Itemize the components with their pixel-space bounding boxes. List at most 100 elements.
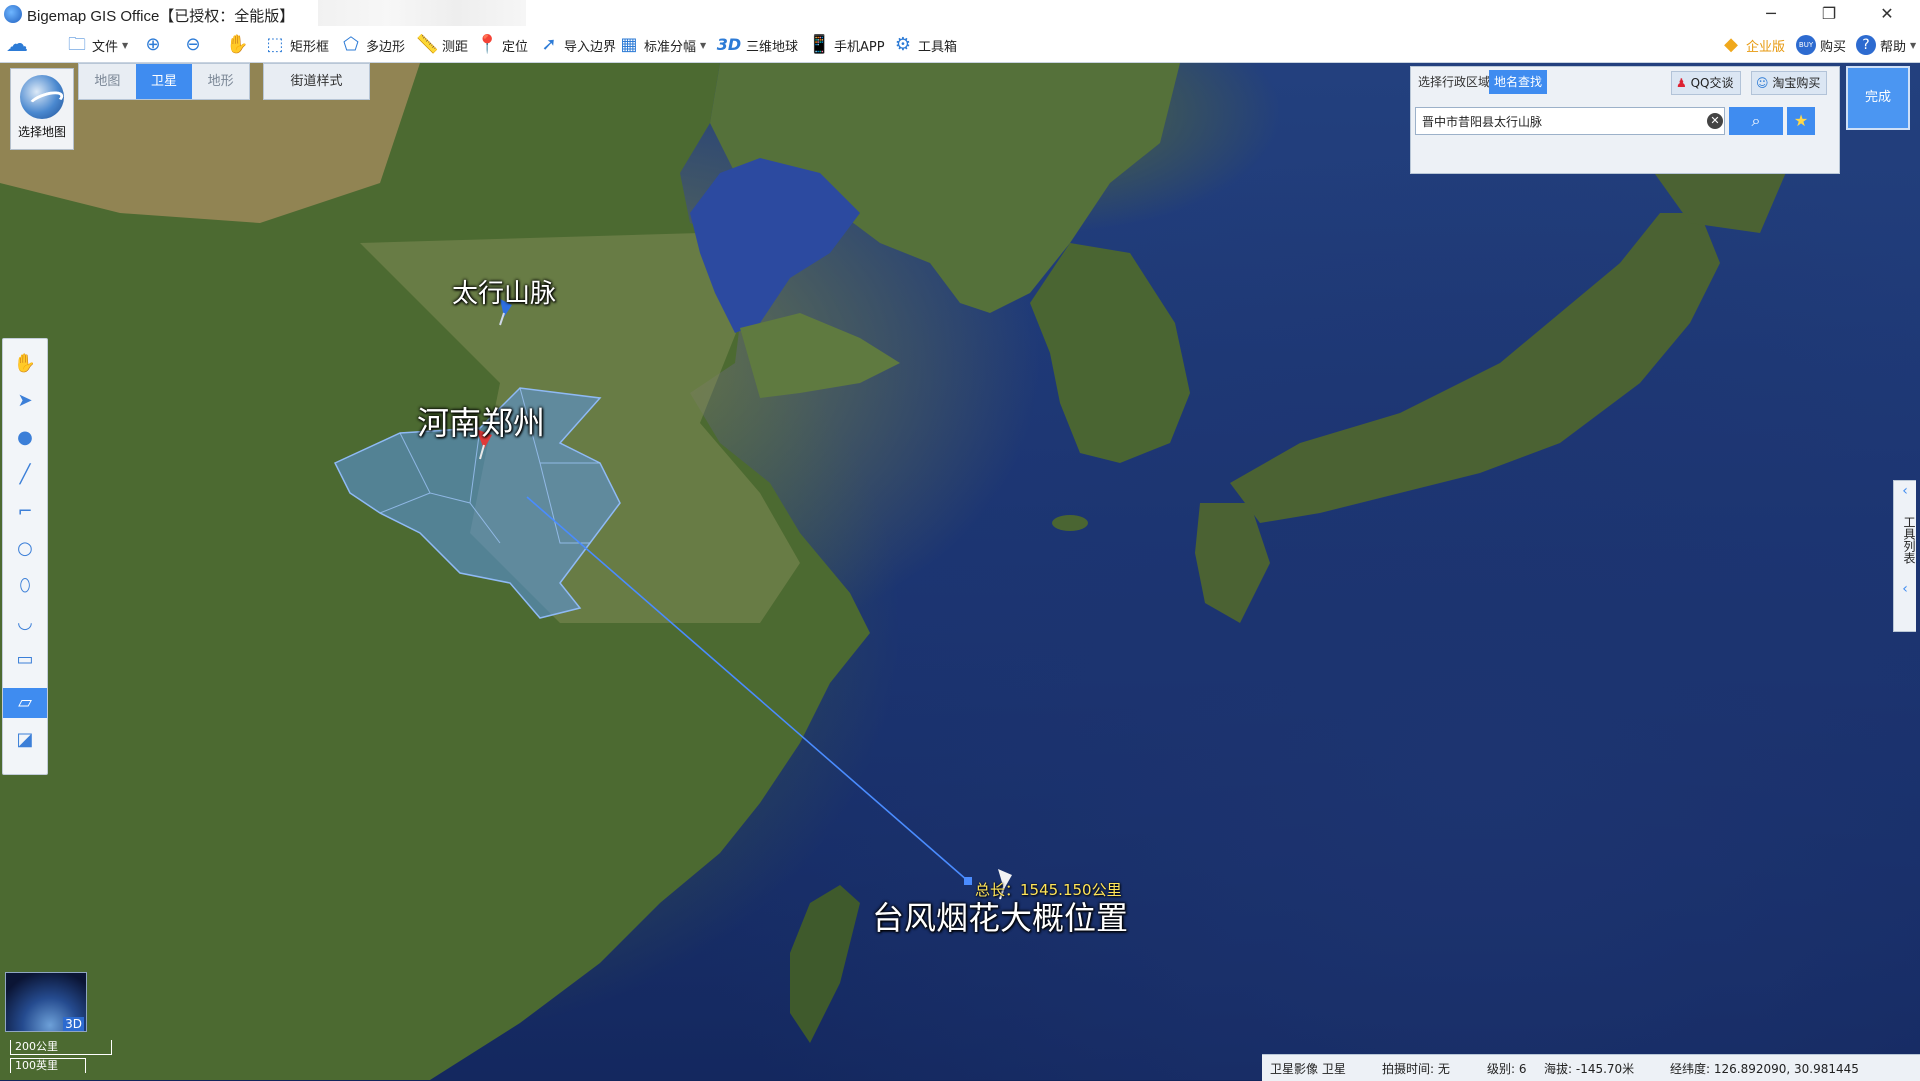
status-capture-time: 拍摄时间: 无 (1382, 1062, 1450, 1076)
search-panel: 选择行政区域 地名查找 ♟ QQ交谈 ☺ 淘宝购买 ✕ ⌕ ★ (1410, 66, 1840, 174)
taobao-icon: ☺ (1756, 76, 1769, 90)
street-style-button[interactable]: 街道样式 (263, 63, 370, 100)
map-type-map[interactable]: 地图 (79, 64, 136, 99)
taobao-buy-label: 淘宝购买 (1772, 76, 1821, 90)
gear-toolbox-icon: ⚙ (894, 34, 912, 55)
buy-button[interactable]: BUY 购买 (1796, 32, 1846, 58)
chevron-down-icon: ▼ (122, 40, 129, 50)
map-type-satellite[interactable]: 卫星 (135, 64, 193, 99)
henan-label: 河南郑州 (417, 404, 546, 442)
polygon-select-button[interactable]: ⬠ 多边形 (340, 32, 405, 58)
zoom-out-button[interactable]: ⊖ (182, 32, 204, 58)
qq-chat-label: QQ交谈 (1690, 76, 1734, 90)
tab-select-region[interactable]: 选择行政区域 (1413, 70, 1495, 94)
zoom-in-button[interactable]: ⊕ (142, 32, 164, 58)
3d-globe-button[interactable]: 3D 三维地球 (716, 32, 798, 58)
clear-search-icon[interactable]: ✕ (1707, 113, 1723, 129)
scale-metric: 200公里 (10, 1040, 112, 1055)
status-coordinates: 经纬度: 126.892090, 30.981445 (1670, 1062, 1859, 1076)
search-button[interactable]: ⌕ (1729, 107, 1783, 135)
done-button[interactable]: 完成 (1846, 66, 1910, 130)
standard-sheet-button[interactable]: ▦ 标准分幅 ▼ (618, 32, 706, 58)
mobile-app-button[interactable]: 📱 手机APP (808, 32, 885, 58)
polyline-tool-icon[interactable]: ⌐ (3, 497, 47, 527)
3d-globe-icon: 3D (716, 35, 742, 54)
import-boundary-button[interactable]: ➚ 导入边界 (538, 32, 616, 58)
help-button[interactable]: ? 帮助 ▼ (1856, 32, 1916, 58)
pointer-tool-icon[interactable]: ➤ (3, 386, 47, 416)
measure-tool-icon[interactable]: ▱ (3, 688, 47, 718)
mobile-app-icon: 📱 (808, 34, 831, 55)
import-boundary-icon: ➚ (541, 34, 557, 55)
korean-peninsula (1030, 243, 1190, 463)
google-earth-globe-icon (20, 75, 64, 119)
qq-penguin-icon: ♟ (1676, 76, 1687, 90)
title-bar: Bigemap GIS Office【已授权：全能版】 ─ ❐ ✕ (0, 0, 1920, 28)
3d-globe-label: 三维地球 (746, 39, 799, 55)
rectangle-select-label: 矩形框 (290, 39, 330, 55)
diamond-icon: ◆ (1724, 34, 1738, 55)
status-level: 级别: 6 (1487, 1062, 1527, 1076)
map-type-switch: 地图 卫星 地形 (78, 63, 250, 100)
search-icon: ⌕ (1751, 111, 1761, 130)
qq-chat-button[interactable]: ♟ QQ交谈 (1671, 71, 1741, 95)
folder-icon: 🗀 (68, 34, 86, 55)
ellipse-tool-icon[interactable]: ⬯ (3, 571, 47, 601)
main-toolbar: ☁ 🗀 文件 ▼ ⊕ ⊖ ✋ ⬚ 矩形框 ⬠ 多边形 📏 测距 📍 定位 ➚ 导… (0, 28, 1920, 63)
measure-endpoint (964, 877, 972, 885)
pan-button[interactable]: ✋ (226, 32, 248, 58)
ruler-icon: 📏 (416, 34, 439, 55)
select-map-button[interactable]: 选择地图 (10, 68, 74, 150)
polygon-select-icon: ⬠ (343, 34, 359, 55)
grid-icon: ▦ (620, 34, 638, 55)
jeju-island (1052, 515, 1088, 531)
chevron-left-icon[interactable]: ‹ (1894, 579, 1916, 599)
map-type-terrain[interactable]: 地形 (192, 64, 249, 99)
area-measure-tool-icon[interactable]: ◪ (3, 725, 47, 755)
shandong-peninsula (740, 313, 900, 398)
status-altitude: 海拔: -145.70米 (1544, 1062, 1635, 1076)
arc-tool-icon[interactable]: ◡ (3, 608, 47, 638)
hand-tool-icon[interactable]: ✋ (3, 349, 47, 379)
scale-imperial: 100英里 (10, 1058, 86, 1073)
location-pin-icon: 📍 (476, 34, 499, 55)
rectangle-tool-icon[interactable]: ▭ (3, 645, 47, 675)
app-title: Bigemap GIS Office【已授权：全能版】 (27, 8, 295, 25)
taihang-label: 太行山脉 (452, 279, 557, 309)
rectangle-select-button[interactable]: ⬚ 矩形框 (264, 32, 329, 58)
tab-place-search[interactable]: 地名查找 (1489, 70, 1548, 94)
measure-total-label: 总长：1545.150公里 (975, 881, 1122, 899)
help-label: 帮助 (1880, 39, 1907, 55)
circle-tool-icon[interactable]: ○ (3, 534, 47, 564)
zoom-out-icon: ⊖ (185, 34, 201, 55)
drawing-tools-panel: ✋ ➤ ● ╱ ⌐ ○ ⬯ ◡ ▭ ▱ ◪ (2, 338, 48, 775)
app-menu-button[interactable]: ☁ (6, 32, 28, 58)
close-button[interactable]: ✕ (1864, 0, 1910, 28)
taobao-buy-button[interactable]: ☺ 淘宝购买 (1751, 71, 1828, 95)
measure-distance-button[interactable]: 📏 测距 (416, 32, 468, 58)
pan-hand-icon: ✋ (226, 34, 249, 55)
toolbox-button[interactable]: ⚙ 工具箱 (892, 32, 957, 58)
zoom-in-icon: ⊕ (145, 34, 161, 55)
bigemap-menu-icon: ☁ (6, 32, 28, 57)
tool-list-label: 工具列表 (1902, 516, 1916, 564)
maximize-button[interactable]: ❐ (1806, 0, 1852, 28)
line-tool-icon[interactable]: ╱ (3, 460, 47, 490)
chevron-left-icon[interactable]: ‹ (1894, 481, 1916, 501)
favorite-button[interactable]: ★ (1787, 107, 1815, 135)
place-search-input[interactable] (1415, 107, 1725, 135)
satellite-map[interactable]: 太行山脉 河南郑州 台风烟花大概位置 (0, 63, 1920, 1080)
enterprise-button[interactable]: ◆ 企业版 (1720, 32, 1785, 58)
status-layer: 卫星影像 卫星 (1270, 1062, 1346, 1076)
locate-button[interactable]: 📍 定位 (476, 32, 528, 58)
minimize-button[interactable]: ─ (1748, 0, 1794, 28)
scale-bar: 200公里 100英里 (10, 1040, 112, 1076)
toolbox-label: 工具箱 (918, 39, 958, 55)
3d-globe-minimap[interactable]: 3D (5, 972, 87, 1032)
redacted-area (318, 0, 526, 26)
marker-tool-icon[interactable]: ● (3, 423, 47, 453)
select-map-label: 选择地图 (17, 125, 66, 139)
measure-distance-label: 测距 (442, 39, 469, 55)
tool-list-tab[interactable]: ‹ 工具列表 ‹ (1893, 480, 1916, 632)
file-menu-button[interactable]: 🗀 文件 ▼ (66, 32, 128, 58)
